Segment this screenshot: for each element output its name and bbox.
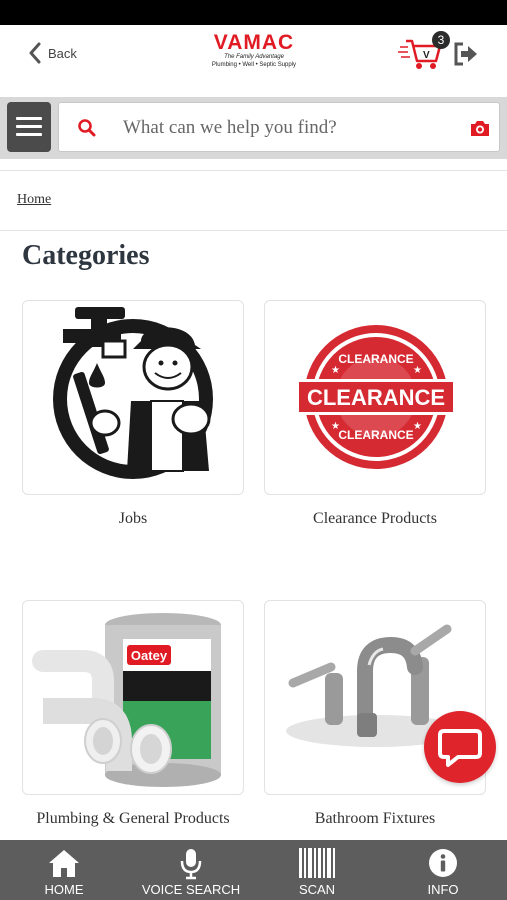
svg-text:★: ★: [413, 421, 422, 432]
svg-text:CLEARANCE: CLEARANCE: [307, 385, 445, 410]
chevron-left-icon: [29, 42, 41, 64]
back-label: Back: [48, 45, 77, 61]
category-label-clearance[interactable]: Clearance Products: [264, 508, 486, 529]
info-icon: [429, 849, 457, 877]
chat-bubble-icon: [438, 729, 482, 767]
menu-button[interactable]: [7, 102, 51, 152]
logo-subtitle: Plumbing • Well • Septic Supply: [211, 62, 297, 68]
app-header: Back VAMAC The Family Advantage Plumbing…: [0, 25, 507, 97]
back-button[interactable]: Back: [28, 39, 77, 67]
category-label-jobs[interactable]: Jobs: [22, 508, 244, 529]
search-input[interactable]: [123, 113, 453, 143]
divider: [0, 170, 507, 171]
search-icon[interactable]: [77, 118, 97, 138]
cart-count-badge: 3: [432, 31, 450, 49]
svg-text:Oatey: Oatey: [131, 648, 168, 663]
svg-text:★: ★: [331, 421, 340, 432]
pvc-cement-fittings-image: Oatey: [32, 613, 221, 787]
category-card-clearance[interactable]: CLEARANCE CLEARANCE CLEARANCE ★ ★ ★ ★: [264, 300, 486, 495]
home-icon: [49, 850, 79, 877]
tab-voice-search-label: VOICE SEARCH: [141, 882, 241, 897]
category-label-plumbing-general[interactable]: Plumbing & General Products: [22, 808, 244, 829]
search-box[interactable]: [58, 102, 500, 152]
page-title: Categories: [22, 240, 150, 271]
svg-text:V: V: [423, 50, 430, 61]
vamac-logo[interactable]: VAMAC The Family Advantage Plumbing • We…: [200, 31, 308, 69]
svg-text:CLEARANCE: CLEARANCE: [338, 352, 413, 366]
clearance-stamp-image: CLEARANCE CLEARANCE CLEARANCE ★ ★ ★ ★: [295, 325, 457, 469]
logo-brand: VAMAC: [213, 31, 295, 54]
tab-home-label: HOME: [44, 882, 84, 897]
bottom-tab-bar: HOME VOICE SEARCH SCAN INFO: [0, 840, 507, 900]
category-card-plumbing-general[interactable]: Oatey: [22, 600, 244, 795]
hamburger-line: [16, 133, 42, 136]
chat-button[interactable]: [424, 711, 496, 783]
camera-icon[interactable]: [469, 118, 491, 138]
logo-tagline: The Family Advantage: [224, 54, 284, 60]
tab-info[interactable]: INFO: [388, 840, 498, 900]
barcode-icon: [299, 848, 335, 878]
hamburger-icon: [16, 117, 42, 120]
svg-text:★: ★: [413, 365, 422, 376]
tab-scan[interactable]: SCAN: [262, 840, 372, 900]
svg-text:CLEARANCE: CLEARANCE: [338, 428, 413, 442]
search-bar: [0, 97, 507, 159]
divider: [0, 230, 507, 231]
category-card-jobs[interactable]: [22, 300, 244, 495]
tab-scan-label: SCAN: [298, 882, 336, 897]
plumber-mascot-image: [53, 307, 213, 479]
status-bar: [0, 0, 507, 25]
microphone-icon: [180, 849, 202, 880]
svg-text:★: ★: [331, 365, 340, 376]
breadcrumb-home-link[interactable]: Home: [17, 192, 51, 208]
category-label-bathroom-fixtures[interactable]: Bathroom Fixtures: [264, 808, 486, 829]
tab-voice-search[interactable]: VOICE SEARCH: [136, 840, 246, 900]
hamburger-line: [16, 125, 42, 128]
tab-home[interactable]: HOME: [9, 840, 119, 900]
logout-icon[interactable]: [452, 41, 480, 67]
tab-info-label: INFO: [427, 882, 459, 897]
